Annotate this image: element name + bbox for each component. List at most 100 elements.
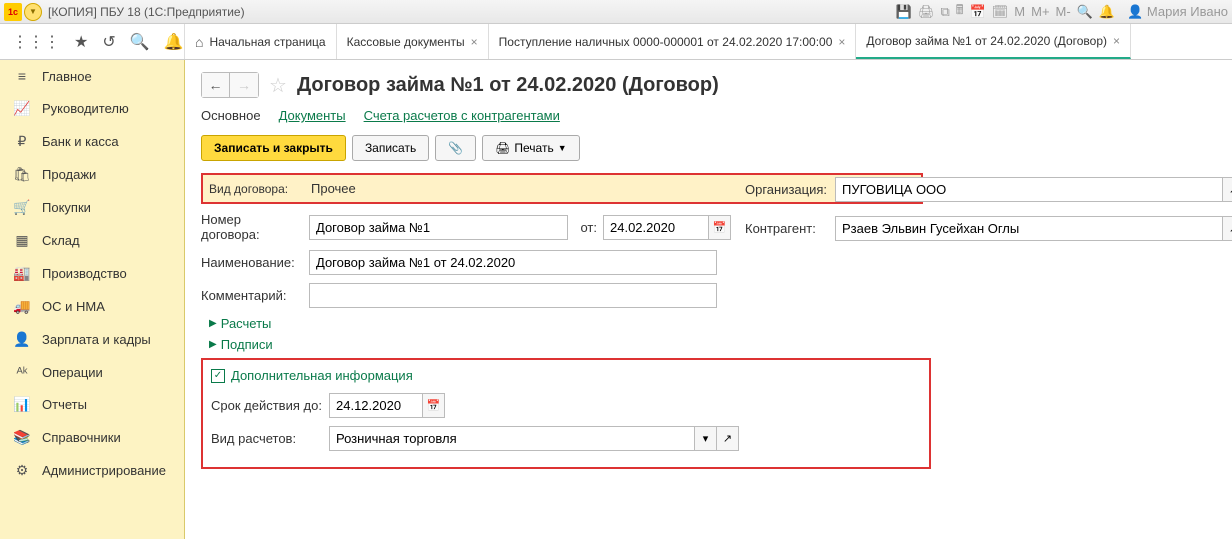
menu-icon: ≡ <box>12 68 32 84</box>
bell-icon[interactable]: 🔔 <box>164 32 184 52</box>
memory-mplus-button[interactable]: M+ <box>1031 4 1049 19</box>
valid-until-input[interactable] <box>329 393 423 418</box>
sidebar-item-operations[interactable]: ᴬᵏ Операции <box>0 356 184 388</box>
calc-type-label: Вид расчетов: <box>211 431 323 446</box>
comment-label: Комментарий: <box>201 288 303 303</box>
sidebar-item-label: Зарплата и кадры <box>42 332 151 347</box>
print-label: Печать <box>514 141 553 155</box>
search-icon[interactable]: 🔍 <box>130 32 150 52</box>
name-input[interactable] <box>309 250 717 275</box>
user-label[interactable]: 👤 Мария Ивано <box>1127 4 1228 20</box>
sidebar-item-admin[interactable]: ⚙Администрирование <box>0 454 184 487</box>
sidebar-item-bank[interactable]: ₽Банк и касса <box>0 125 184 158</box>
sidebar-item-label: Операции <box>42 365 103 380</box>
back-button[interactable]: ← <box>202 73 230 97</box>
date-input[interactable] <box>603 215 709 240</box>
print-button[interactable]: 🖨 Печать ▼ <box>482 135 579 161</box>
calendar-button[interactable]: 📅 <box>709 215 731 240</box>
number-row: Номер договора: от: 📅 <box>201 212 731 242</box>
open-button[interactable]: ↗ <box>1223 216 1232 241</box>
org-input[interactable] <box>835 177 1223 202</box>
sidebar-item-directories[interactable]: 📚Справочники <box>0 421 184 454</box>
app-menu-button[interactable]: ▼ <box>24 3 42 21</box>
sidebar-item-assets[interactable]: 🚚ОС и НМА <box>0 290 184 323</box>
save-icon[interactable]: 💾 <box>896 4 912 20</box>
cart-icon: 🛒 <box>12 199 32 216</box>
checkbox-icon[interactable]: ✓ <box>211 369 225 383</box>
notify-icon[interactable]: 🔔 <box>1099 4 1115 20</box>
form-left-col: Вид договора: Прочее Номер договора: от:… <box>201 173 731 469</box>
sidebar-item-label: Продажи <box>42 167 96 182</box>
sidebar-item-manager[interactable]: 📈Руководителю <box>0 92 184 125</box>
factory-icon: 🏭 <box>12 265 32 282</box>
sidebar-item-hr[interactable]: 👤Зарплата и кадры <box>0 323 184 356</box>
calc-type-input[interactable] <box>329 426 695 451</box>
chevron-right-icon: ▶ <box>209 339 217 350</box>
tab-home[interactable]: ⌂ Начальная страница <box>185 24 337 59</box>
name-label: Наименование: <box>201 255 303 270</box>
tab-label: Кассовые документы <box>347 35 465 49</box>
save-button[interactable]: Записать <box>352 135 429 161</box>
number-input[interactable] <box>309 215 568 240</box>
content-header: ← → ☆ Договор займа №1 от 24.02.2020 (До… <box>201 72 1216 98</box>
subtab-accounts[interactable]: Счета расчетов с контрагентами <box>364 108 560 123</box>
close-icon[interactable]: × <box>1113 34 1120 48</box>
sidebar-item-main[interactable]: ≡ Главное <box>0 60 184 92</box>
toolbar: ⋮⋮⋮ ★ ↺ 🔍 🔔 ⌂ Начальная страница Кассовы… <box>0 24 1232 60</box>
memory-mminus-button[interactable]: M- <box>1056 4 1071 19</box>
chevron-right-icon: ▶ <box>209 318 217 329</box>
calendar-button[interactable]: 📅 <box>423 393 445 418</box>
counterparty-label: Контрагент: <box>745 221 829 236</box>
expand-calc[interactable]: ▶ Расчеты <box>209 316 731 331</box>
save-close-button[interactable]: Записать и закрыть <box>201 135 346 161</box>
close-icon[interactable]: × <box>838 35 845 49</box>
sidebar-item-label: Покупки <box>42 200 91 215</box>
favorite-star-icon[interactable]: ☆ <box>269 73 287 98</box>
open-button[interactable]: ↗ <box>1223 177 1232 202</box>
titlebar: 1c ▼ [КОПИЯ] ПБУ 18 (1С:Предприятие) 💾 🖨… <box>0 0 1232 24</box>
sidebar-item-warehouse[interactable]: ▦Склад <box>0 224 184 257</box>
form-two-col: Вид договора: Прочее Номер договора: от:… <box>201 173 1216 469</box>
sidebar-item-sales[interactable]: 🛍Продажи <box>0 158 184 191</box>
zoom-icon[interactable]: 🔍 <box>1077 4 1093 20</box>
sidebar-item-label: ОС и НМА <box>42 299 105 314</box>
forward-button[interactable]: → <box>230 73 258 97</box>
sidebar-item-reports[interactable]: 📊Отчеты <box>0 388 184 421</box>
date-field: 📅 <box>603 215 731 240</box>
ruble-icon: ₽ <box>12 133 32 150</box>
content: ← → ☆ Договор займа №1 от 24.02.2020 (До… <box>185 60 1232 539</box>
close-icon[interactable]: × <box>471 35 478 49</box>
sidebar-item-purchases[interactable]: 🛒 Покупки <box>0 191 184 224</box>
print-icon[interactable]: 🖨 <box>918 4 935 20</box>
sidebar-item-production[interactable]: 🏭Производство <box>0 257 184 290</box>
counterparty-row: Контрагент: ↗ <box>745 216 1232 241</box>
memory-m-button[interactable]: M <box>1014 4 1025 19</box>
tab-cash-receipt[interactable]: Поступление наличных 0000-000001 от 24.0… <box>489 24 857 59</box>
favorite-icon[interactable]: ★ <box>74 32 88 52</box>
from-label: от: <box>580 220 597 235</box>
tab-label: Договор займа №1 от 24.02.2020 (Договор) <box>866 34 1107 48</box>
expand-sign-label: Подписи <box>221 337 273 352</box>
open-button[interactable]: ↗ <box>717 426 739 451</box>
comment-input[interactable] <box>309 283 717 308</box>
grid-icon: ▦ <box>12 232 32 249</box>
compare-icon[interactable]: ⧉ <box>940 4 949 20</box>
expand-sign[interactable]: ▶ Подписи <box>209 337 731 352</box>
calendar-icon[interactable]: 📅 <box>970 4 986 20</box>
valid-until-field: 📅 <box>329 393 445 418</box>
dropdown-button[interactable]: ▾ <box>695 426 717 451</box>
attach-button[interactable]: 📎 <box>435 135 476 161</box>
counterparty-input[interactable] <box>835 216 1223 241</box>
chart-icon: 📈 <box>12 100 32 117</box>
tab-contract[interactable]: Договор займа №1 от 24.02.2020 (Договор)… <box>856 24 1131 59</box>
subtab-main[interactable]: Основное <box>201 108 261 123</box>
calc-icon[interactable]: 🖩 <box>956 1 964 23</box>
date-icon[interactable]: 🗓 <box>992 4 1009 20</box>
subtab-docs[interactable]: Документы <box>279 108 346 123</box>
tab-cash-docs[interactable]: Кассовые документы × <box>337 24 489 59</box>
apps-icon[interactable]: ⋮⋮⋮ <box>12 32 60 52</box>
journal-icon: ᴬᵏ <box>12 364 32 380</box>
counterparty-field: ↗ <box>835 216 1232 241</box>
history-icon[interactable]: ↺ <box>102 32 115 52</box>
sidebar-item-label: Главное <box>42 69 92 84</box>
